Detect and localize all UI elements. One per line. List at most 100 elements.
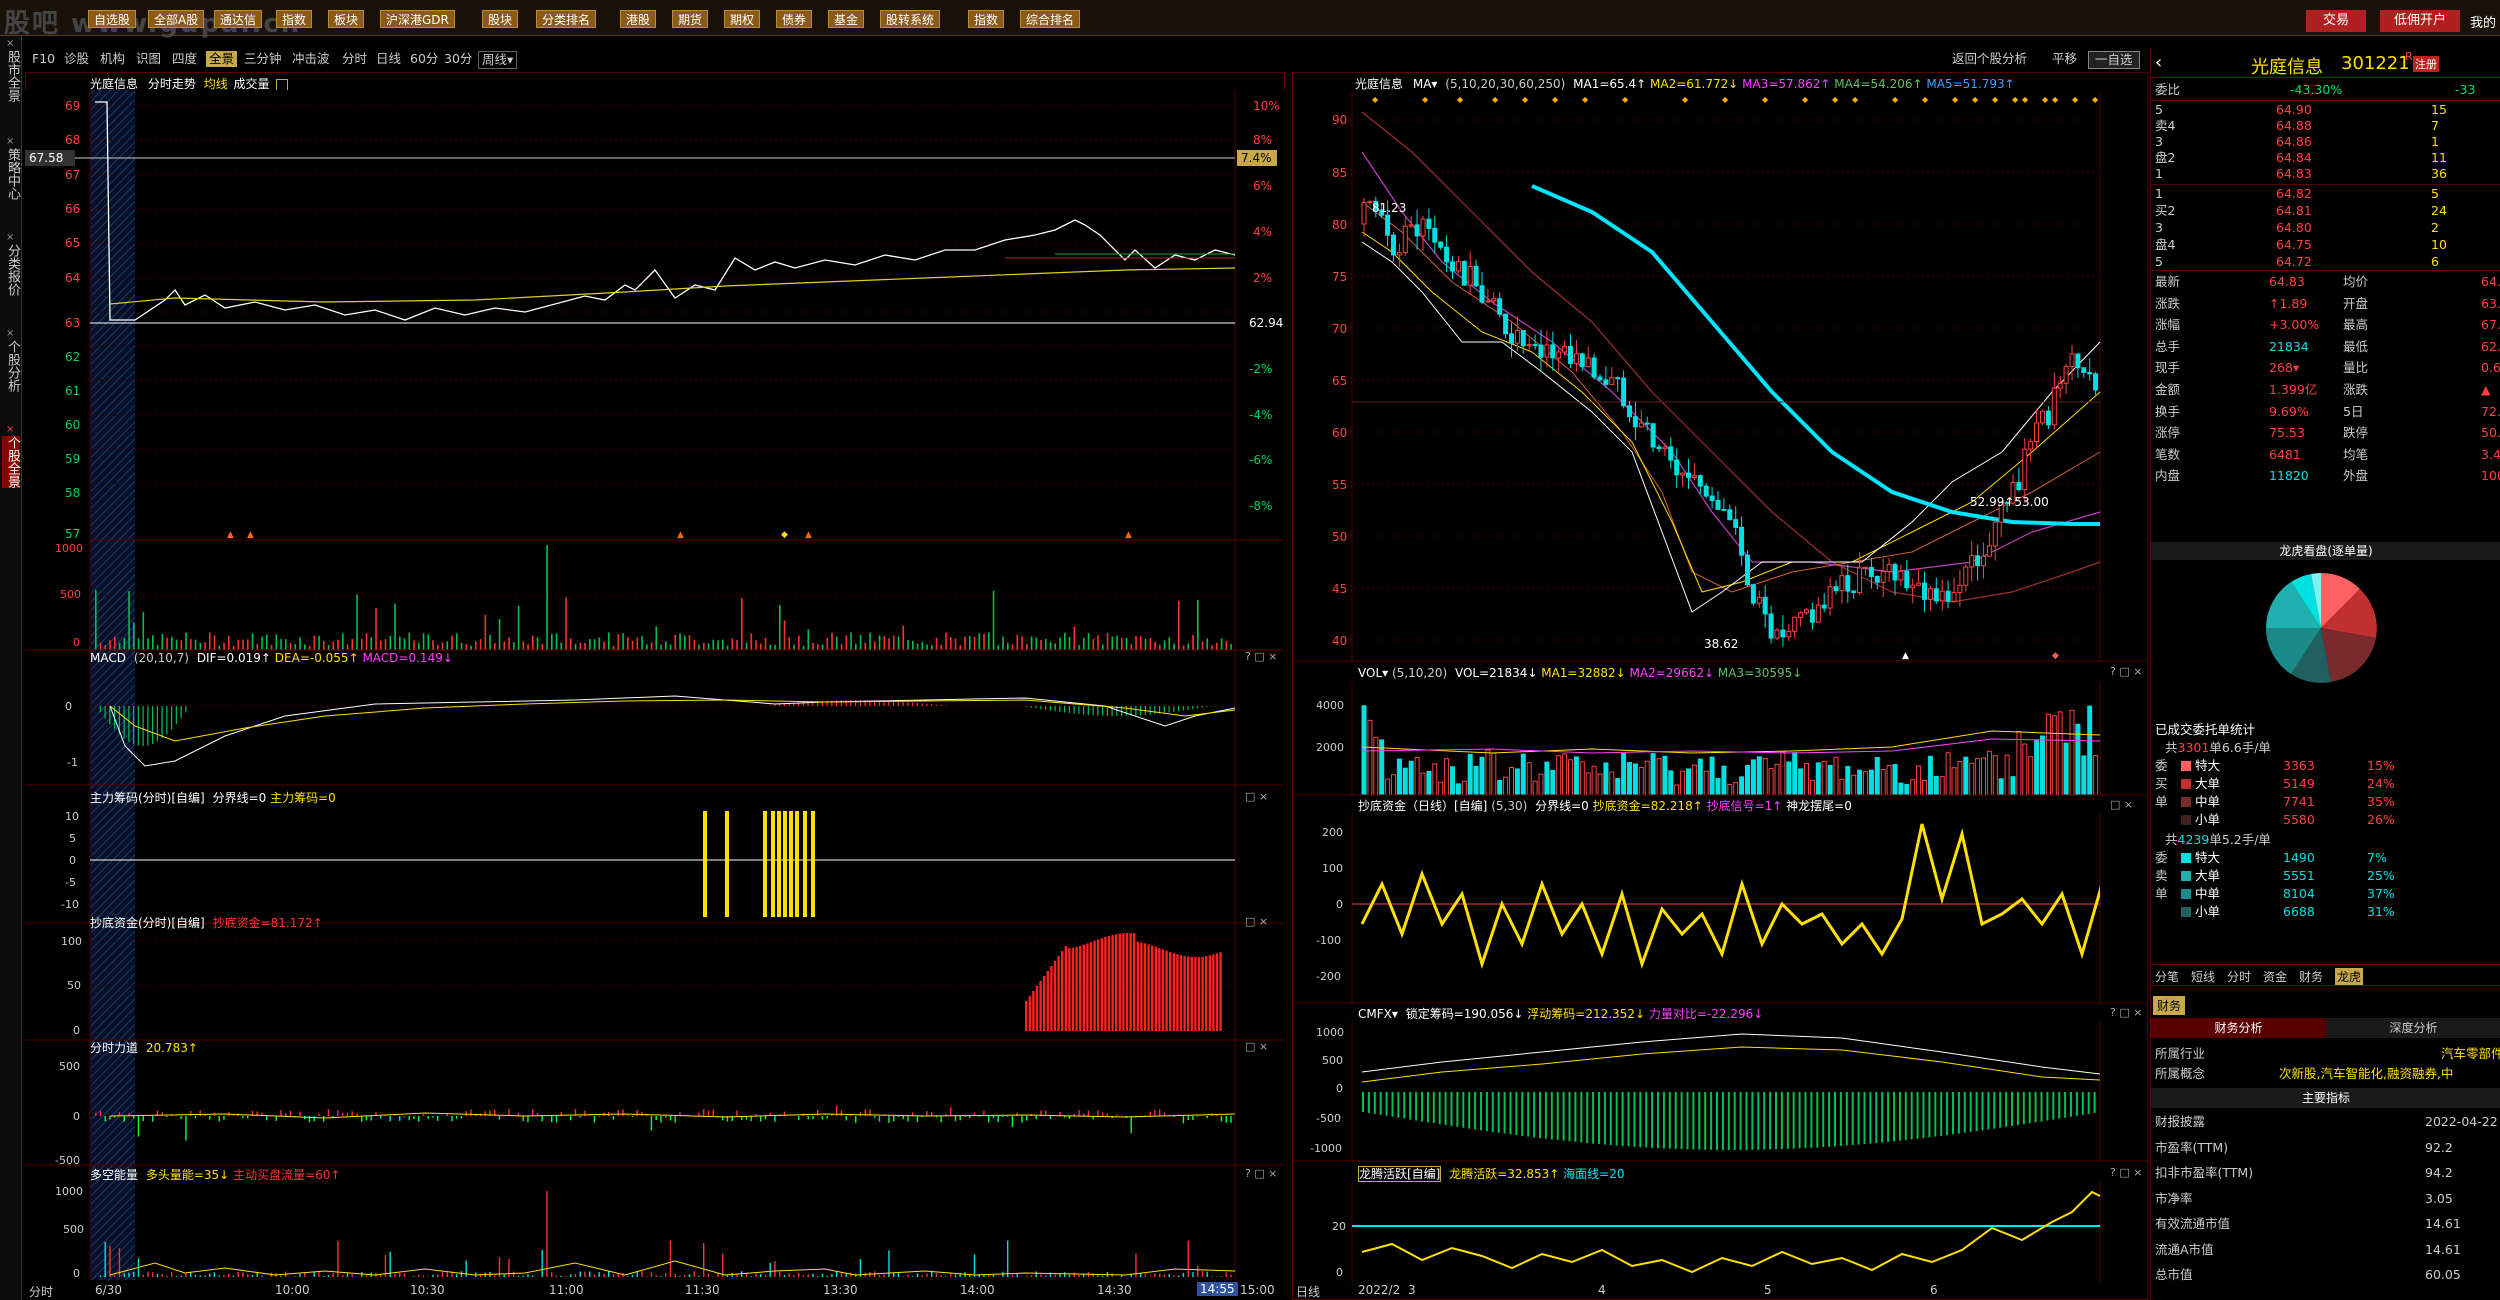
- volume-bar: [703, 642, 705, 650]
- tab-60min[interactable]: 60分: [410, 51, 438, 67]
- back-to-analysis[interactable]: 返回个股分析: [1952, 51, 2027, 67]
- svg-text:◆: ◆: [781, 530, 788, 540]
- candle: [1432, 227, 1438, 243]
- cmfx-bar: [1432, 1092, 1435, 1124]
- ma-selector[interactable]: MA▾: [1413, 77, 1438, 91]
- cmfx-bar: [2058, 1092, 2061, 1119]
- panel-controls[interactable]: □ ×: [2110, 798, 2133, 811]
- toolbar-item[interactable]: 沪深港GDR: [380, 10, 455, 28]
- duokong-bar: [365, 1275, 368, 1277]
- nav-market-overview[interactable]: 股市全景: [2, 50, 20, 102]
- indicator-title[interactable]: 龙腾活跃[自编]: [1358, 1166, 1442, 1182]
- axis-mode[interactable]: 日线: [1296, 1283, 1320, 1300]
- toolbar-item[interactable]: 港股: [620, 10, 657, 28]
- indicator-title[interactable]: 抄底资金(分时)[自编]: [90, 916, 205, 930]
- tab-intraday[interactable]: 分时: [342, 51, 367, 67]
- fin-subtab-deep[interactable]: 深度分析: [2326, 1018, 2500, 1038]
- tab-shockwave[interactable]: 冲击波: [292, 51, 330, 67]
- axis-mode[interactable]: 分时: [29, 1283, 53, 1300]
- toolbar-item[interactable]: 分类排名: [536, 10, 597, 28]
- close-icon[interactable]: ×: [6, 424, 14, 435]
- indicator-title[interactable]: 多空能量: [90, 1168, 138, 1182]
- toolbar-item[interactable]: 指数: [968, 10, 1005, 28]
- panel-controls[interactable]: ? □ ×: [1245, 650, 1277, 663]
- open-account-button[interactable]: 低佣开户: [2380, 10, 2460, 32]
- nav-category-quote[interactable]: 分类报价: [2, 244, 20, 296]
- toolbar-item[interactable]: 全部A股: [148, 10, 205, 28]
- indicator-title[interactable]: 分时力道: [90, 1041, 138, 1055]
- close-icon[interactable]: ×: [6, 38, 14, 49]
- dropdown-icon[interactable]: [276, 78, 289, 91]
- nav-stock-analysis[interactable]: 个股分析: [2, 340, 20, 392]
- subtab-3[interactable]: 资金: [2263, 968, 2287, 985]
- indicator-title[interactable]: CMFX▾: [1358, 1007, 1398, 1021]
- tab-panorama[interactable]: 全景: [206, 51, 238, 67]
- back-arrow-icon[interactable]: ‹: [2155, 52, 2162, 73]
- subtab-0[interactable]: 分笔: [2155, 968, 2179, 985]
- subtab-2[interactable]: 分时: [2227, 968, 2251, 985]
- tab-30min[interactable]: 30分: [444, 51, 472, 67]
- pan-mode[interactable]: 平移: [2052, 51, 2077, 67]
- panel-controls[interactable]: ? □ ×: [2110, 1166, 2142, 1179]
- toolbar-item[interactable]: 期货: [672, 10, 709, 28]
- panel-controls[interactable]: □ ×: [1245, 1040, 1268, 1053]
- cmfx-bar: [1421, 1092, 1423, 1122]
- chaodi-bar: [1068, 948, 1071, 1031]
- indicator-title[interactable]: VOL▾: [1358, 666, 1388, 680]
- order-volume: 5580: [2283, 812, 2315, 827]
- trade-button[interactable]: 交易: [2306, 10, 2366, 32]
- fenshi-bar: [817, 1109, 819, 1116]
- indicator-title[interactable]: MACD: [90, 651, 126, 665]
- toolbar-item[interactable]: 期权: [724, 10, 761, 28]
- ma60-line: [1361, 111, 2101, 603]
- cmfx-bar: [2016, 1092, 2019, 1126]
- tab-pattern[interactable]: 识图: [136, 51, 161, 67]
- tab-four-degree[interactable]: 四度: [172, 51, 197, 67]
- tab-three-minute[interactable]: 三分钟: [244, 51, 282, 67]
- panel-controls[interactable]: ? □ ×: [2110, 1006, 2142, 1019]
- tab-f10[interactable]: F10: [32, 51, 55, 67]
- chaodi-bar: [1082, 944, 1085, 1031]
- panel-controls[interactable]: □ ×: [1245, 915, 1268, 928]
- toolbar-item[interactable]: 基金: [828, 10, 865, 28]
- panel-controls[interactable]: ? □ ×: [1245, 1167, 1277, 1180]
- fin-tab[interactable]: 财务: [2153, 996, 2186, 1015]
- volume-bar: [584, 642, 586, 650]
- toolbar-item[interactable]: 股块: [482, 10, 519, 28]
- tab-diagnose[interactable]: 诊股: [64, 51, 89, 67]
- subtab-4[interactable]: 财务: [2299, 968, 2323, 985]
- toolbar-item[interactable]: 指数: [276, 10, 313, 28]
- indicator-title[interactable]: 抄底资金（日线）[自编]: [1358, 799, 1487, 813]
- tab-institution[interactable]: 机构: [100, 51, 125, 67]
- tab-weekly[interactable]: 周线▾: [478, 51, 518, 69]
- tab-daily[interactable]: 日线: [376, 51, 401, 67]
- pct-tick: 8%: [1253, 133, 1272, 147]
- toolbar-item[interactable]: 板块: [328, 10, 365, 28]
- duokong-bar: [812, 1273, 814, 1277]
- toolbar-item[interactable]: 通达信: [214, 10, 263, 28]
- fenshi-bar: [422, 1114, 425, 1116]
- toolbar-item[interactable]: 综合排名: [1020, 10, 1081, 28]
- daily-volume-bar: [1609, 771, 1615, 796]
- indicator-title[interactable]: 主力筹码(分时)[自编]: [90, 791, 205, 805]
- candle: [1833, 586, 1839, 592]
- duokong-bar: [161, 1273, 163, 1277]
- fin-subtab-analysis[interactable]: 财务分析: [2151, 1018, 2326, 1038]
- duokong-bar: [513, 1271, 515, 1277]
- panel-controls[interactable]: □ ×: [1245, 790, 1268, 803]
- close-icon[interactable]: ×: [6, 232, 14, 243]
- my-menu[interactable]: 我的: [2470, 12, 2496, 31]
- subtab-1[interactable]: 短线: [2191, 968, 2215, 985]
- close-icon[interactable]: ×: [6, 328, 14, 339]
- toolbar-item[interactable]: 股转系统: [880, 10, 941, 28]
- bid-level: 1: [2155, 186, 2163, 201]
- toolbar-item[interactable]: 债券: [776, 10, 813, 28]
- subtab-5[interactable]: 龙虎: [2335, 968, 2364, 985]
- longteng-line: [1361, 1190, 2101, 1274]
- panel-controls[interactable]: ? □ ×: [2110, 665, 2142, 678]
- nav-strategy[interactable]: 策略中心: [2, 148, 20, 200]
- close-icon[interactable]: ×: [6, 136, 14, 147]
- watchlist-select[interactable]: 一自选: [2088, 51, 2140, 69]
- toolbar-item[interactable]: 自选股: [88, 10, 137, 28]
- nav-stock-panorama[interactable]: 个股全景: [2, 436, 20, 488]
